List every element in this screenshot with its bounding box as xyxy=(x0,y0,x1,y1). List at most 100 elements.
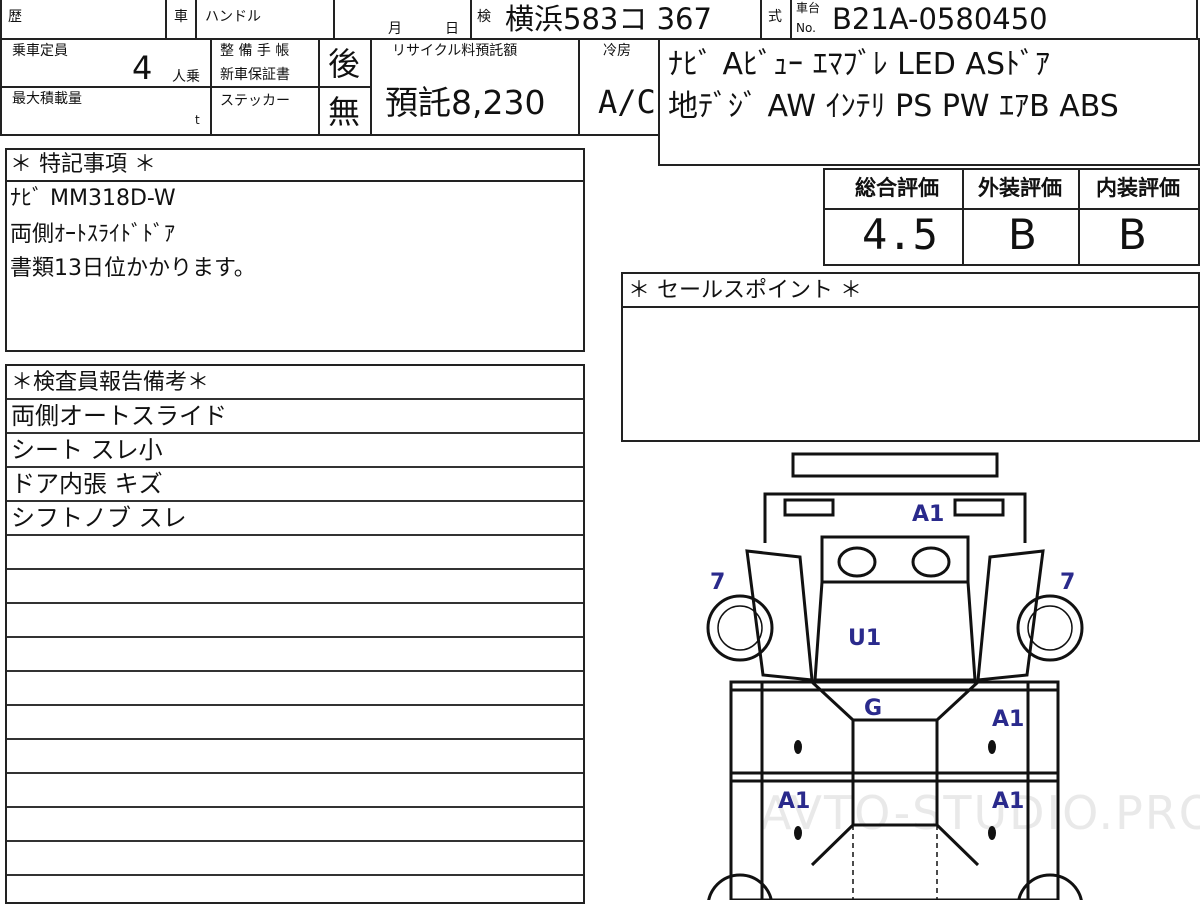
specs-divider-3 xyxy=(370,38,372,136)
header-divider-6 xyxy=(790,0,792,40)
ruled-line xyxy=(7,602,583,604)
special-note-line: 書類13日位かかります。 xyxy=(10,256,256,281)
front-left-fender xyxy=(745,549,814,682)
inspector-remark-line: シフトノブ スレ xyxy=(11,504,187,532)
roof-left-strut xyxy=(810,680,855,722)
body-outline xyxy=(813,581,977,682)
equipment-line-1: ﾅﾋﾞ Aﾋﾞｭｰ ｴﾏﾌﾞﾚ LED ASﾄﾞｱ xyxy=(668,47,1051,82)
special-note-line: 両側ｵｰﾄｽﾗｲﾄﾞﾄﾞｱ xyxy=(10,222,176,247)
chassis-label-top: 車台 xyxy=(796,1,821,15)
damage-mark: 7 xyxy=(710,570,725,595)
damage-mark: 7 xyxy=(1060,570,1075,595)
equipment-line-2: 地ﾃﾞｼﾞ AW ｲﾝﾃﾘ PS PW ｴｱB ABS xyxy=(668,89,1119,124)
sticker-label: ステッカー xyxy=(220,93,290,109)
recycle-label: リサイクル料預託額 xyxy=(392,43,518,59)
ruled-line xyxy=(7,840,583,842)
special-notes-box xyxy=(5,148,585,352)
damage-mark: G xyxy=(864,696,882,721)
damage-mark: A1 xyxy=(992,789,1024,814)
exterior-rating-label: 外装評価 xyxy=(978,176,1062,200)
damage-mark: A1 xyxy=(992,707,1024,732)
roof-left-strut-rear xyxy=(810,823,855,867)
ruled-line xyxy=(7,466,583,468)
special-notes-header-line xyxy=(5,180,585,182)
ruled-line xyxy=(7,704,583,706)
header-divider-3 xyxy=(333,0,335,40)
recycle-value: 預託8,230 xyxy=(385,83,546,122)
left-mirror xyxy=(837,546,877,578)
max-load-label: 最大積載量 xyxy=(12,91,82,107)
header-divider-2 xyxy=(195,0,197,40)
plate-number: 横浜583コ 367 xyxy=(505,2,712,36)
model-label: 式 xyxy=(768,9,782,25)
capacity-unit: 人乗 xyxy=(172,69,200,85)
handle-label: ハンドル xyxy=(205,9,261,25)
day-label: 日 xyxy=(445,21,459,37)
left-headlight xyxy=(783,498,835,517)
cooling-value: A/C xyxy=(598,83,656,121)
max-load-unit: t xyxy=(195,113,200,127)
sales-point-title: ＊ セールスポイント ＊ xyxy=(628,278,862,303)
overall-rating-value: 4.5 xyxy=(862,210,938,259)
door-handle xyxy=(988,740,996,754)
front-bumper xyxy=(791,452,999,478)
door-handle xyxy=(794,826,802,840)
inspector-remarks-title: ＊検査員報告備考＊ xyxy=(11,370,210,395)
interior-rating-value: B xyxy=(1118,210,1147,259)
header-divider-5 xyxy=(760,0,762,40)
header-divider-1 xyxy=(165,0,167,40)
right-mirror xyxy=(911,546,951,578)
specs-divider-4 xyxy=(578,38,580,136)
front-right-wheel-inner xyxy=(1027,605,1073,651)
front-right-fender xyxy=(976,549,1045,682)
ruled-line xyxy=(7,670,583,672)
door-handle xyxy=(794,740,802,754)
roof-right-strut-rear xyxy=(935,823,980,867)
inspector-remarks-box: ＊検査員報告備考＊ 両側オートスライド シート スレ小 ドア内張 キズ シフトノ… xyxy=(5,364,585,904)
specs-divider-h xyxy=(0,86,370,88)
ruled-line xyxy=(7,772,583,774)
capacity-label: 乗車定員 xyxy=(12,43,68,59)
roof-right-strut xyxy=(935,680,980,722)
ruled-line xyxy=(7,806,583,808)
capacity-value: 4 xyxy=(132,49,153,87)
warranty-label-2: 新車保証書 xyxy=(220,67,290,83)
interior-rating-label: 内装評価 xyxy=(1096,176,1180,200)
ratings-divider-2 xyxy=(1078,168,1080,266)
damage-mark: U1 xyxy=(848,626,881,651)
specs-divider-1 xyxy=(210,38,212,136)
ruled-line xyxy=(7,738,583,740)
special-note-line: ﾅﾋﾞ MM318D-W xyxy=(10,186,176,211)
warranty-value: 後 xyxy=(328,45,361,83)
chassis-number: B21A-0580450 xyxy=(832,2,1048,36)
ruled-line xyxy=(7,534,583,536)
car-damage-diagram: A1 7 7 U1 G A1 A1 A1 xyxy=(706,452,1084,900)
history-label: 歴 xyxy=(8,9,22,25)
inspector-remark-line: ドア内張 キズ xyxy=(11,470,163,498)
ruled-line xyxy=(7,432,583,434)
chassis-label-no: No. xyxy=(796,21,816,35)
exterior-rating-value: B xyxy=(1008,210,1037,259)
cooling-label: 冷房 xyxy=(603,43,631,59)
special-notes-title: ＊ 特記事項 ＊ xyxy=(10,152,156,177)
ruled-line xyxy=(7,636,583,638)
inspection-label: 検 xyxy=(477,9,491,25)
sticker-value: 無 xyxy=(328,93,361,131)
door-handle xyxy=(988,826,996,840)
damage-mark: A1 xyxy=(778,789,810,814)
sales-point-header-line xyxy=(621,306,1200,308)
specs-divider-2 xyxy=(318,38,320,136)
ruled-line xyxy=(7,500,583,502)
damage-mark: A1 xyxy=(912,502,944,527)
windshield-panel xyxy=(820,535,970,584)
front-left-wheel-inner xyxy=(717,605,763,651)
overall-rating-label: 総合評価 xyxy=(855,176,939,200)
inspector-remark-line: 両側オートスライド xyxy=(11,402,227,430)
ruled-line xyxy=(7,874,583,876)
month-label: 月 xyxy=(388,21,402,37)
ratings-divider-1 xyxy=(962,168,964,266)
ruled-line xyxy=(7,398,583,400)
right-headlight xyxy=(953,498,1005,517)
inspector-remark-line: シート スレ小 xyxy=(11,436,163,464)
warranty-label-1: 整 備 手 帳 xyxy=(220,43,290,59)
